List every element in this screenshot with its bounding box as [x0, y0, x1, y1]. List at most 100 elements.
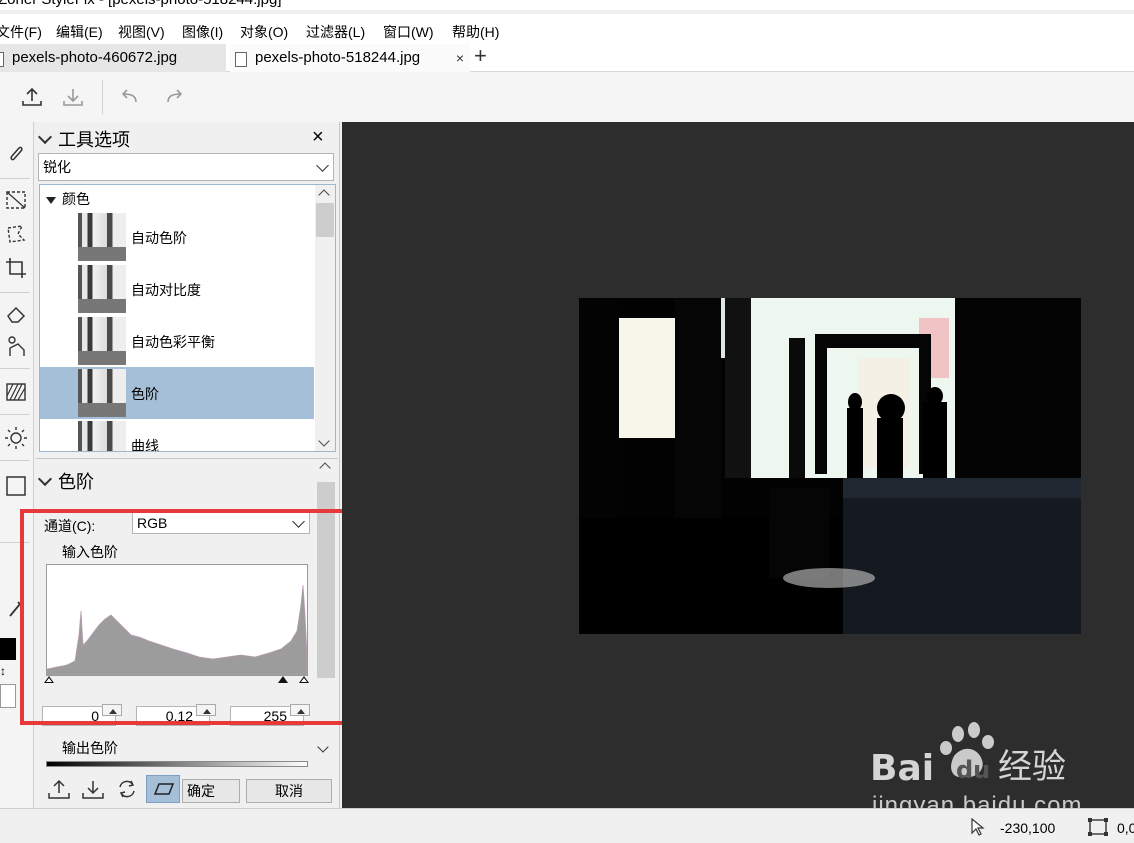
chevron-down-icon: [316, 159, 329, 172]
filter-label: 色阶: [131, 386, 159, 402]
photo-preview[interactable]: [579, 298, 1081, 634]
menu-file[interactable]: 文件(F): [0, 22, 42, 42]
foreground-color-swatch[interactable]: [0, 638, 16, 660]
scroll-down-icon[interactable]: [318, 435, 330, 447]
selection-size: 0,0: [1117, 820, 1134, 836]
filter-label: 自动色彩平衡: [131, 334, 215, 350]
document-icon: [0, 52, 4, 67]
undo-icon[interactable]: [118, 86, 140, 108]
baidu-watermark: Bai du 经验 jingyan.baidu.com: [868, 720, 1134, 820]
tab-photo-460672[interactable]: pexels-photo-460672.jpg: [0, 44, 226, 72]
reset-refresh-icon[interactable]: [112, 775, 142, 803]
swap-colors-icon[interactable]: ↕: [0, 665, 10, 677]
svg-text:Bai: Bai: [870, 748, 934, 789]
paperclip-icon[interactable]: [4, 142, 28, 166]
group-color[interactable]: 颜色: [46, 189, 90, 209]
menu-window[interactable]: 窗口(W): [383, 22, 434, 42]
redo-icon[interactable]: [164, 86, 186, 108]
filter-curves[interactable]: 曲线: [40, 419, 314, 452]
preset-select[interactable]: 锐化: [38, 153, 334, 181]
filter-auto-color-balance[interactable]: 自动色彩平衡: [40, 315, 314, 367]
cancel-button[interactable]: 取消: [246, 779, 332, 803]
section-divider: [36, 458, 338, 459]
eraser-icon[interactable]: [4, 302, 28, 326]
document-tab-bar: pexels-photo-460672.jpg pexels-photo-518…: [0, 42, 1134, 72]
tool-separator: [0, 460, 30, 461]
output-gradient-bar[interactable]: [46, 761, 308, 767]
gradient-pattern-icon[interactable]: [4, 380, 28, 404]
scroll-up-icon[interactable]: [318, 189, 330, 201]
chevron-down-icon[interactable]: [317, 741, 329, 753]
brightness-sun-icon[interactable]: [4, 426, 28, 450]
filter-list-scrollbar[interactable]: [315, 185, 335, 451]
menu-image[interactable]: 图像(I): [182, 22, 223, 42]
panel-close-icon[interactable]: ×: [312, 126, 324, 149]
filter-thumbnail: [78, 421, 126, 451]
rectangle-shape-icon[interactable]: [4, 474, 28, 498]
filter-label: 曲线: [131, 438, 159, 452]
menu-view[interactable]: 视图(V): [118, 22, 165, 42]
tool-options-header[interactable]: 工具选项: [37, 126, 130, 152]
tool-separator: [0, 292, 30, 293]
status-bar: -230,100 0,0: [0, 808, 1134, 843]
background-color-swatch[interactable]: [0, 684, 16, 708]
photo-image: [579, 298, 1081, 634]
menu-edit[interactable]: 编辑(E): [56, 22, 103, 42]
export-preset-icon[interactable]: [44, 775, 74, 803]
lasso-select-icon[interactable]: [4, 222, 28, 246]
main-toolbar: [0, 72, 1134, 122]
scroll-thumb[interactable]: [316, 203, 334, 237]
baidu-jingyan-logo: Bai du 经验: [870, 722, 1066, 789]
output-levels-label: 输出色阶: [62, 740, 118, 756]
parallelogram-preview-icon: [153, 783, 175, 795]
tab-label: pexels-photo-460672.jpg: [12, 49, 178, 66]
filter-auto-contrast[interactable]: 自动对比度: [40, 263, 314, 315]
export-upload-icon[interactable]: [21, 86, 43, 108]
clone-stamp-icon[interactable]: [4, 334, 28, 358]
tab-label: pexels-photo-518244.jpg: [255, 49, 421, 66]
ok-button[interactable]: 确定: [182, 779, 240, 803]
menu-object[interactable]: 对象(O): [240, 22, 288, 42]
cursor-arrow-icon: [971, 818, 985, 836]
highlight-annotation: [20, 509, 396, 725]
panel-title: 工具选项: [58, 130, 130, 150]
import-download-icon[interactable]: [62, 86, 84, 108]
filter-thumbnail: [78, 369, 126, 417]
menu-bar: 文件(F) 编辑(E) 视图(V) 图像(I) 对象(O) 过滤器(L) 窗口(…: [0, 14, 1134, 42]
filter-label: 自动对比度: [131, 282, 201, 298]
preset-value: 锐化: [43, 159, 71, 175]
group-label: 颜色: [62, 191, 90, 207]
document-icon: [235, 52, 247, 67]
tab-close-icon[interactable]: ×: [456, 44, 464, 72]
selection-size-icon: [1088, 818, 1108, 836]
levels-header[interactable]: 色阶: [37, 468, 94, 494]
image-canvas-area[interactable]: [342, 122, 1134, 808]
preview-toggle-button[interactable]: [146, 775, 180, 803]
toolbar-separator: [102, 80, 103, 114]
import-preset-icon[interactable]: [78, 775, 108, 803]
rect-select-icon[interactable]: [4, 188, 28, 212]
svg-text:经验: 经验: [998, 747, 1066, 787]
filter-thumbnail: [78, 317, 126, 365]
filter-thumbnail: [78, 213, 126, 261]
levels-title: 色阶: [58, 472, 94, 492]
menu-filter[interactable]: 过滤器(L): [306, 22, 365, 42]
cursor-position: -230,100: [1000, 820, 1056, 836]
crop-icon[interactable]: [4, 256, 28, 280]
menu-help[interactable]: 帮助(H): [452, 22, 499, 42]
tool-separator: [0, 368, 30, 369]
filter-thumbnail: [78, 265, 126, 313]
tab-photo-518244[interactable]: pexels-photo-518244.jpg ×: [230, 44, 470, 72]
new-tab-plus-icon[interactable]: +: [474, 45, 487, 67]
filter-label: 自动色阶: [131, 230, 187, 246]
window-title: Zoner StyleFix - [pexels-photo-518244.jp…: [0, 0, 281, 8]
window-title-bar: Zoner StyleFix - [pexels-photo-518244.jp…: [0, 0, 1134, 10]
tool-separator: [0, 414, 30, 415]
filter-list[interactable]: 颜色 自动色阶 自动对比度 自动色彩平衡 色阶 曲线: [39, 184, 336, 452]
filter-auto-levels[interactable]: 自动色阶: [40, 211, 314, 263]
filter-levels[interactable]: 色阶: [40, 367, 314, 419]
expand-triangle-icon: [46, 197, 56, 204]
svg-text:du: du: [956, 756, 990, 784]
scroll-up-icon[interactable]: [319, 462, 331, 474]
chevron-down-icon: [37, 471, 53, 487]
